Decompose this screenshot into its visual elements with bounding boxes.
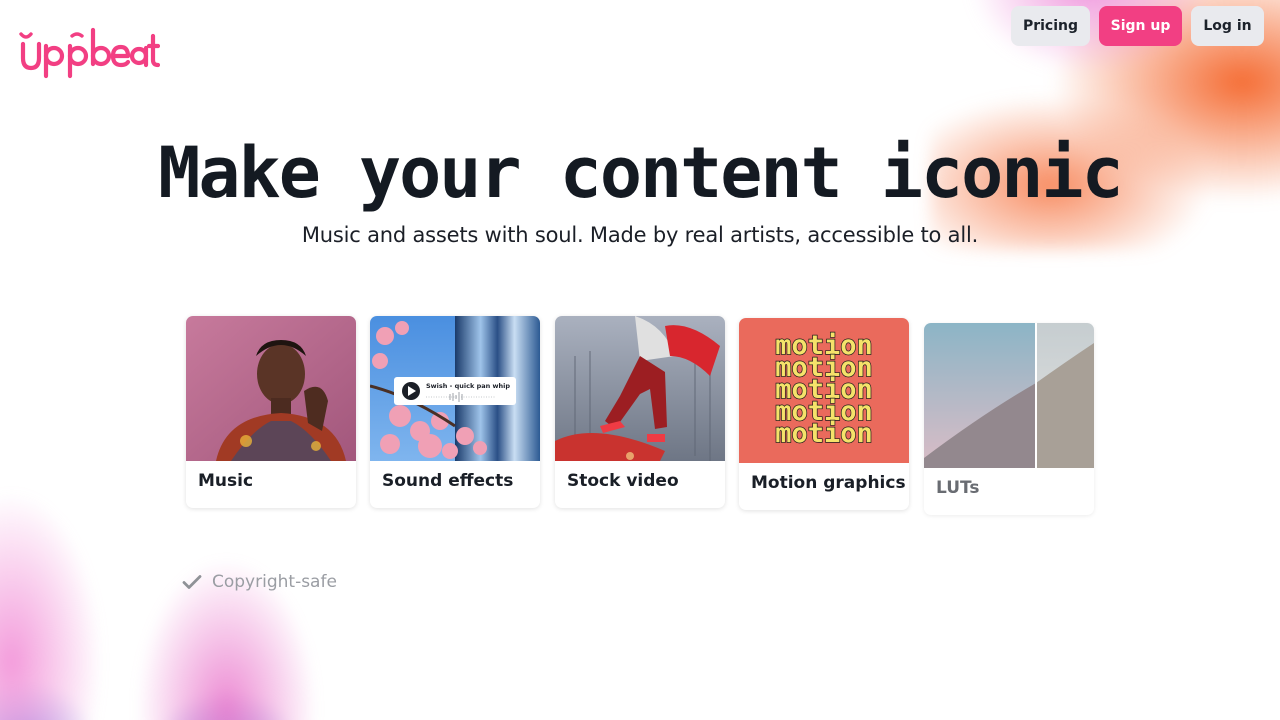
hero-subtitle: Music and assets with soul. Made by real… bbox=[301, 223, 979, 247]
pricing-button[interactable]: Pricing bbox=[1011, 6, 1090, 46]
category-card-sound-effects[interactable]: Swish - quick pan whip Sound effects bbox=[370, 316, 540, 508]
mountain-photo-icon bbox=[924, 323, 1094, 468]
category-label: Stock video bbox=[567, 471, 679, 491]
check-icon bbox=[182, 575, 202, 589]
hero-title: Make your content iconic bbox=[158, 132, 1123, 214]
blossom-photo-icon: Swish - quick pan whip bbox=[370, 316, 540, 461]
feature-label: Copyright-safe bbox=[212, 572, 337, 592]
category-label: Motion graphics bbox=[751, 473, 906, 493]
motion-typography-icon: motion motion motion motion motion bbox=[739, 318, 909, 463]
logo-wordmark-icon bbox=[19, 27, 161, 79]
background-gradient-bottom-left bbox=[0, 480, 390, 720]
category-label: LUTs bbox=[936, 478, 980, 498]
top-nav: Pricing Sign up Log in bbox=[1011, 6, 1264, 46]
category-label: Music bbox=[198, 471, 254, 491]
signup-button[interactable]: Sign up bbox=[1099, 6, 1182, 46]
portrait-photo-icon bbox=[186, 316, 356, 461]
skateboard-photo-icon bbox=[555, 316, 725, 461]
category-card-motion-graphics[interactable]: motion motion motion motion motion Motio… bbox=[739, 318, 909, 510]
category-card-luts[interactable]: LUTs bbox=[924, 323, 1094, 515]
logo[interactable]: uppbeat bbox=[18, 24, 161, 82]
feature-item: Copyright-safe bbox=[180, 570, 337, 594]
svg-text:motion: motion bbox=[775, 418, 873, 449]
login-button[interactable]: Log in bbox=[1191, 6, 1264, 46]
sfx-track-title: Swish - quick pan whip bbox=[426, 382, 510, 390]
category-label: Sound effects bbox=[382, 471, 514, 491]
category-card-music[interactable]: Music bbox=[186, 316, 356, 508]
page: uppbeat Pricing Sign up Log in Make your… bbox=[0, 0, 1280, 720]
category-card-stock-video[interactable]: Stock video bbox=[555, 316, 725, 508]
